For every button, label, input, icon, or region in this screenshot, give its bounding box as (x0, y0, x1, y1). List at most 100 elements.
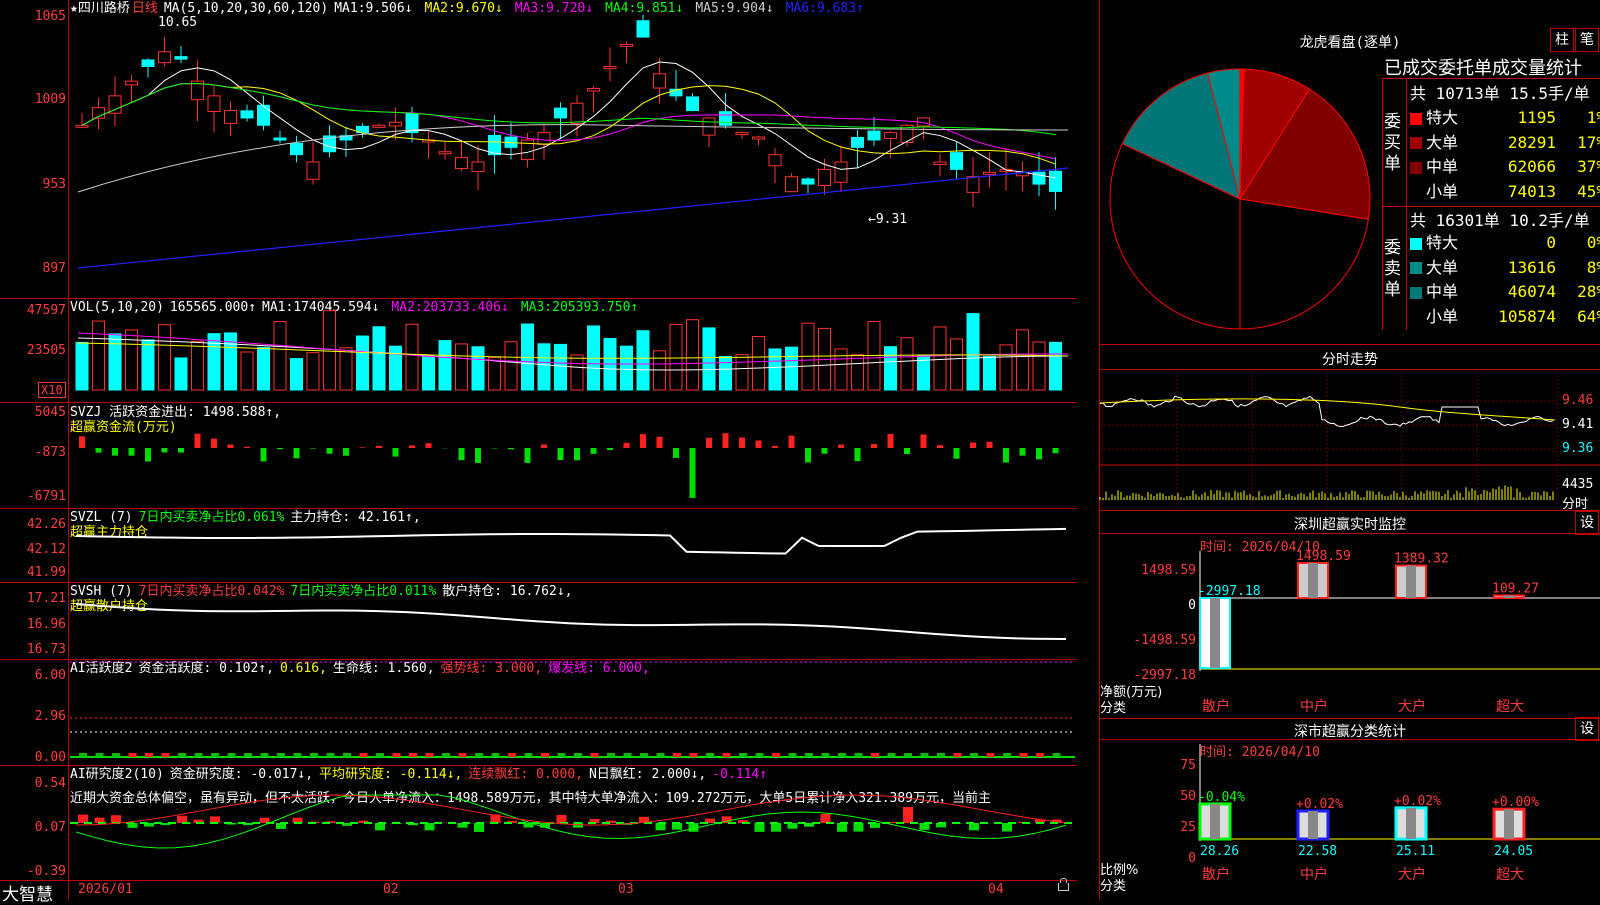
candle-body (159, 52, 171, 63)
candle-body (736, 133, 748, 135)
flow-bar (327, 448, 333, 454)
flow-bar (607, 448, 613, 450)
intraday-panel[interactable]: 分时走势 9.46 9.41 9.36 4435 分时 (1100, 345, 1600, 510)
holding-line (76, 604, 1066, 639)
holding-line (76, 529, 1066, 554)
candle-body (439, 152, 451, 154)
volume-bar (340, 348, 352, 390)
activity-bar (310, 753, 318, 757)
pen-mode-button[interactable]: 笔 (1575, 28, 1599, 52)
candle-body (835, 162, 847, 182)
category-label: 超大 (1496, 699, 1524, 715)
svzj-panel[interactable]: SVZJ 活跃资金进出: 1498.588↑, 超赢资金流(万元) 5045 -… (0, 402, 1077, 508)
candle-body (208, 96, 220, 112)
flow-bar (541, 444, 547, 448)
research-bar (474, 823, 484, 832)
pct-label: 24.05 (1494, 844, 1533, 859)
dragon-tiger-panel[interactable]: 龙虎看盘(逐单) 柱 笔 已成交委托单成交量统计 委买单 共 10713单 15… (1100, 0, 1600, 344)
category-stats-panel[interactable]: 深市超赢分类统计 设 时间: 2026/04/10 75 50 25 0 比例%… (1100, 719, 1600, 900)
activity-bar (706, 753, 714, 757)
activity-bar (888, 753, 896, 757)
main-chart-area[interactable]: ★四川路桥日线MA(5,10,20,30,60,120)MA1:9.506↓MA… (0, 0, 1077, 900)
activity-bar (79, 753, 87, 757)
sell-side-label: 委卖单 (1384, 238, 1404, 301)
category-label: 大户 (1398, 698, 1426, 715)
activity-bar (1036, 753, 1044, 757)
x-tick: 04 (988, 882, 1004, 897)
flow-bar (871, 444, 877, 448)
delta-label: +0.02% (1394, 794, 1441, 809)
flow-bar (1020, 448, 1026, 456)
svzl-chart[interactable] (0, 508, 1077, 582)
volume-bar (1033, 342, 1045, 390)
activity-bar (145, 753, 153, 757)
order-pie-chart[interactable] (1100, 0, 1380, 344)
candle-body (373, 125, 385, 127)
volume-bar (967, 314, 979, 390)
realtime-monitor-panel[interactable]: 深圳超赢实时监控 设 时间: 2026/04/10 1498.59 0 -149… (1100, 511, 1600, 718)
volume-bar (687, 320, 699, 390)
ai-research-chart[interactable] (0, 765, 1077, 880)
bar-value-label: 109.27 (1492, 581, 1539, 596)
activity-bar (475, 753, 483, 757)
candle-body (258, 105, 270, 125)
candle-body (720, 112, 732, 126)
realtime-bar-chart[interactable]: -2997.18散户1498.59中户1389.32大户109.27超大 (1100, 511, 1600, 718)
candle-body (885, 133, 897, 139)
svzl-panel[interactable]: SVZL (7)7日内买卖净占比0.061%主力持仓: 42.161↑, 超赢主… (0, 508, 1077, 582)
research-bar (425, 823, 435, 830)
candle-body (1050, 171, 1062, 191)
price-panel[interactable]: ★四川路桥日线MA(5,10,20,30,60,120)MA1:9.506↓MA… (0, 0, 1077, 298)
activity-bar (1003, 753, 1011, 757)
volume-bar (1000, 345, 1012, 390)
flow-bar (1036, 448, 1042, 459)
activity-bar (112, 753, 120, 757)
order-row-buy: 特大11951% (1410, 104, 1600, 128)
activity-bar (178, 753, 186, 757)
category-bar-chart[interactable]: -0.04%28.26散户+0.02%22.58中户+0.02%25.11大户+… (1100, 719, 1600, 900)
activity-bar (871, 753, 879, 757)
svsh-chart[interactable] (0, 582, 1077, 659)
ai-active-panel[interactable]: AI活跃度2资金活跃度: 0.102↑,0.616,生命线: 1.560,强势线… (0, 659, 1077, 765)
ai-research-panel[interactable]: AI研究度2(10)资金研究度: -0.017↓,平均研究度: -0.114↓,… (0, 765, 1077, 880)
intraday-chart[interactable] (1100, 345, 1600, 510)
activity-bar (558, 753, 566, 757)
flow-bar (79, 436, 85, 448)
research-bar (177, 816, 187, 823)
candle-body (621, 44, 633, 46)
category-label: 散户 (1202, 866, 1230, 883)
flow-bar (145, 448, 151, 461)
activity-bar (805, 753, 813, 757)
svsh-panel[interactable]: SVSH (7)7日内买卖净占比0.042%7日内买卖净占比0.011%散户持仓… (0, 582, 1077, 659)
volume-bar (984, 357, 996, 390)
volume-panel[interactable]: VOL(5,10,20)165565.000↑MA1:174045.594↓MA… (0, 298, 1077, 402)
candlestick-chart[interactable] (0, 0, 1077, 298)
volume-bar (951, 339, 963, 390)
activity-bar (657, 753, 665, 757)
activity-bar (525, 753, 533, 757)
volume-bar (291, 359, 303, 390)
svzj-chart[interactable] (0, 402, 1077, 508)
flow-bar (558, 448, 564, 460)
volume-bar (736, 355, 748, 390)
volume-bar (753, 336, 765, 390)
flow-bar (690, 448, 696, 498)
candle-body (819, 169, 831, 185)
volume-bar (456, 344, 468, 390)
lock-icon[interactable] (1058, 883, 1069, 891)
candle-body (571, 103, 583, 123)
flow-bar (591, 448, 597, 454)
volume-bar (439, 341, 451, 390)
category-label: 超大 (1496, 867, 1524, 883)
flow-bar (178, 448, 184, 453)
candle-body (456, 158, 468, 169)
color-swatch (1410, 262, 1422, 274)
candle-body (142, 60, 154, 66)
activity-bar (211, 753, 219, 757)
bar-mode-button[interactable]: 柱 (1550, 28, 1574, 52)
ma-line (78, 168, 1068, 268)
ai-active-chart[interactable] (0, 659, 1077, 765)
volume-chart[interactable] (0, 298, 1077, 402)
bar-value-label: 1498.59 (1296, 549, 1351, 564)
flow-bar (822, 448, 828, 454)
